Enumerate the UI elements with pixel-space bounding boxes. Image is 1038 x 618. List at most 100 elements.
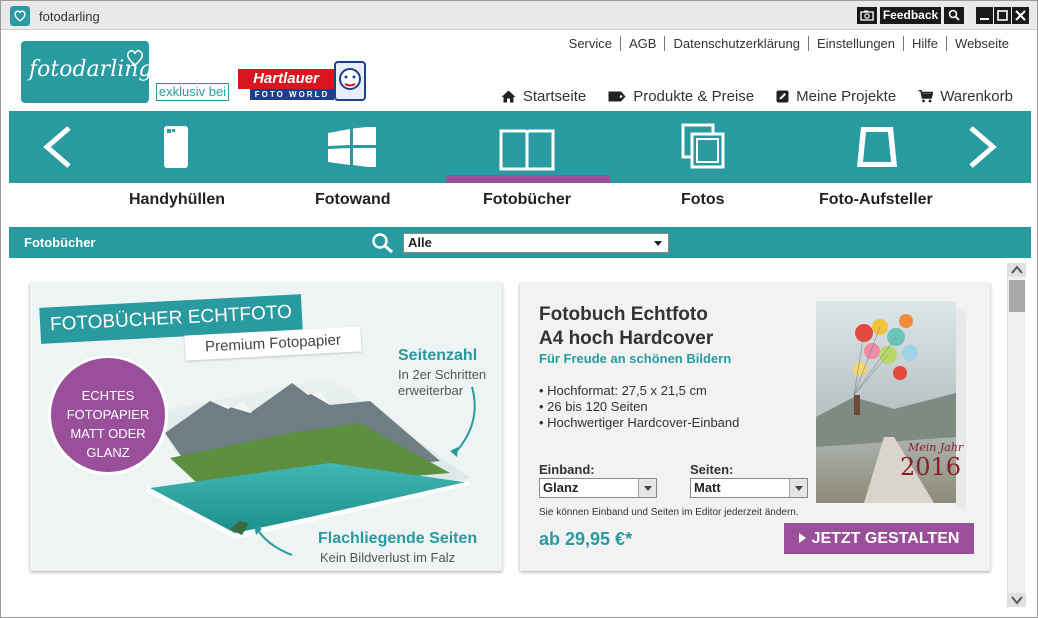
carousel-next-button[interactable] (965, 125, 1001, 174)
feature-item: • 26 bis 120 Seiten (539, 399, 648, 414)
search-icon (372, 233, 393, 254)
badge-line: GLANZ (86, 445, 130, 460)
nav-cart[interactable]: Warenkorb (918, 88, 1013, 105)
promo-banner[interactable]: FOTOBÜCHER ECHTFOTO Premium Fotopapier E… (30, 283, 502, 571)
category-photos[interactable] (681, 123, 725, 174)
chevron-down-icon (638, 479, 656, 497)
minimize-button[interactable] (976, 7, 993, 24)
tag-icon (608, 91, 626, 102)
filter-search-button[interactable] (371, 232, 395, 259)
lion-icon (334, 61, 366, 101)
nav-home-label: Startseite (522, 88, 587, 105)
product-book-image: Mein Jahr 2016 (816, 301, 966, 511)
screenshot-button[interactable] (857, 7, 877, 24)
badge-line: ECHTES (81, 388, 135, 403)
close-icon (1015, 10, 1026, 21)
feature-item: • Hochformat: 27,5 x 21,5 cm (539, 383, 707, 398)
category-labels: Handyhüllen Fotowand Fotobücher Fotos Fo… (1, 183, 1038, 217)
hartlauer-logo[interactable]: Hartlauer FOTO WORLD (238, 61, 366, 102)
chevron-left-icon (43, 126, 71, 168)
link-agb[interactable]: AGB (620, 36, 664, 51)
nav-products-label: Produkte & Preise (633, 88, 755, 105)
paper-badge: ECHTES FOTOPAPIER MATT ODER GLANZ (48, 355, 168, 475)
fotodarling-logo[interactable]: fotodarling (21, 41, 153, 103)
link-hilfe[interactable]: Hilfe (903, 36, 946, 51)
chevron-up-icon (1011, 265, 1023, 274)
heart-icon (126, 50, 144, 66)
partner-logo-sub: FOTO WORLD (250, 89, 334, 100)
nav-projects[interactable]: Meine Projekte (776, 88, 896, 105)
maximize-button[interactable] (994, 7, 1011, 24)
carousel-prev-button[interactable] (39, 125, 75, 174)
feedback-button[interactable]: Feedback (880, 7, 941, 24)
main-nav: Startseite Produkte & Preise Meine Proje… (479, 88, 1013, 105)
product-features: • Hochformat: 27,5 x 21,5 cm • 26 bis 12… (539, 383, 739, 431)
chevron-right-icon (969, 126, 997, 168)
scrollbar-thumb[interactable] (1009, 280, 1025, 312)
filter-bar: Fotobücher Alle (9, 227, 1031, 258)
window-title: fotodarling (39, 9, 100, 24)
photo-wall-icon (328, 126, 376, 168)
chevron-down-icon (654, 241, 662, 246)
seitenzahl-heading: Seitenzahl (398, 347, 478, 364)
app-icon (10, 6, 30, 26)
flach-description: Kein Bildverlust im Falz (320, 550, 456, 565)
top-links: Service AGB Datenschutzerklärung Einstel… (561, 36, 1017, 51)
category-label-fotowand[interactable]: Fotowand (315, 191, 391, 209)
edit-icon (776, 90, 789, 103)
category-phone-case[interactable] (163, 125, 189, 174)
editor-note: Sie können Einband und Seiten im Editor … (539, 507, 799, 518)
phone-case-icon (164, 126, 188, 168)
title-bar: fotodarling Feedback (1, 1, 1037, 30)
home-icon (501, 90, 516, 103)
category-label-handyhuellen[interactable]: Handyhüllen (129, 191, 225, 209)
vertical-scrollbar[interactable] (1007, 263, 1026, 607)
nav-projects-label: Meine Projekte (796, 88, 897, 105)
product-card: Fotobuch Echtfoto A4 hoch Hardcover Für … (520, 283, 990, 571)
product-subtitle: Für Freude an schönen Bildern (539, 351, 732, 366)
link-datenschutz[interactable]: Datenschutzerklärung (664, 36, 807, 51)
scroll-down-button[interactable] (1008, 593, 1026, 607)
search-button[interactable] (944, 7, 964, 24)
filter-title: Fotobücher (24, 235, 96, 250)
nav-products[interactable]: Produkte & Preise (608, 88, 754, 105)
cta-label: JETZT GESTALTEN (811, 530, 960, 547)
jetzt-gestalten-button[interactable]: JETZT GESTALTEN (784, 523, 974, 554)
category-photo-wall[interactable] (327, 126, 377, 172)
product-title: Fotobuch Echtfoto A4 hoch Hardcover (539, 303, 713, 351)
filter-select[interactable]: Alle (403, 233, 669, 253)
category-photo-book[interactable] (498, 127, 556, 176)
active-category-indicator (446, 175, 610, 183)
category-label-fotos[interactable]: Fotos (681, 191, 725, 209)
link-service[interactable]: Service (561, 36, 620, 51)
scroll-up-button[interactable] (1008, 263, 1026, 277)
feature-item: • Hochwertiger Hardcover-Einband (539, 415, 740, 430)
search-icon (948, 9, 960, 21)
exklusiv-label: exklusiv bei (156, 83, 229, 101)
seiten-select[interactable]: Matt (690, 478, 808, 498)
content-area: FOTOBÜCHER ECHTFOTO Premium Fotopapier E… (9, 263, 1007, 615)
category-label-foto-aufsteller[interactable]: Foto-Aufsteller (819, 191, 935, 209)
close-button[interactable] (1012, 7, 1029, 24)
einband-select[interactable]: Glanz (539, 478, 657, 498)
photos-icon (681, 123, 725, 169)
filter-select-value: Alle (408, 235, 432, 250)
einband-value: Glanz (543, 480, 579, 495)
link-webseite[interactable]: Webseite (946, 36, 1017, 51)
link-einstellungen[interactable]: Einstellungen (807, 36, 903, 51)
category-label-fotobuecher[interactable]: Fotobücher (483, 191, 571, 209)
seiten-value: Matt (694, 480, 721, 495)
product-title-line: A4 hoch Hardcover (539, 328, 714, 349)
photo-book-icon (499, 129, 555, 171)
app-window: fotodarling Feedback fotodarling exklusi… (0, 0, 1038, 618)
badge-line: FOTOPAPIER (66, 407, 150, 422)
nav-home[interactable]: Startseite (501, 88, 586, 105)
flach-heading: Flachliegende Seiten (318, 530, 478, 547)
category-photo-stand[interactable] (855, 123, 899, 176)
product-title-line: Fotobuch Echtfoto (539, 304, 708, 325)
einband-label: Einband: (539, 462, 595, 477)
nav-cart-label: Warenkorb (940, 88, 1013, 105)
minimize-icon (980, 18, 989, 20)
maximize-icon (997, 10, 1008, 21)
photo-stand-icon (857, 127, 897, 167)
